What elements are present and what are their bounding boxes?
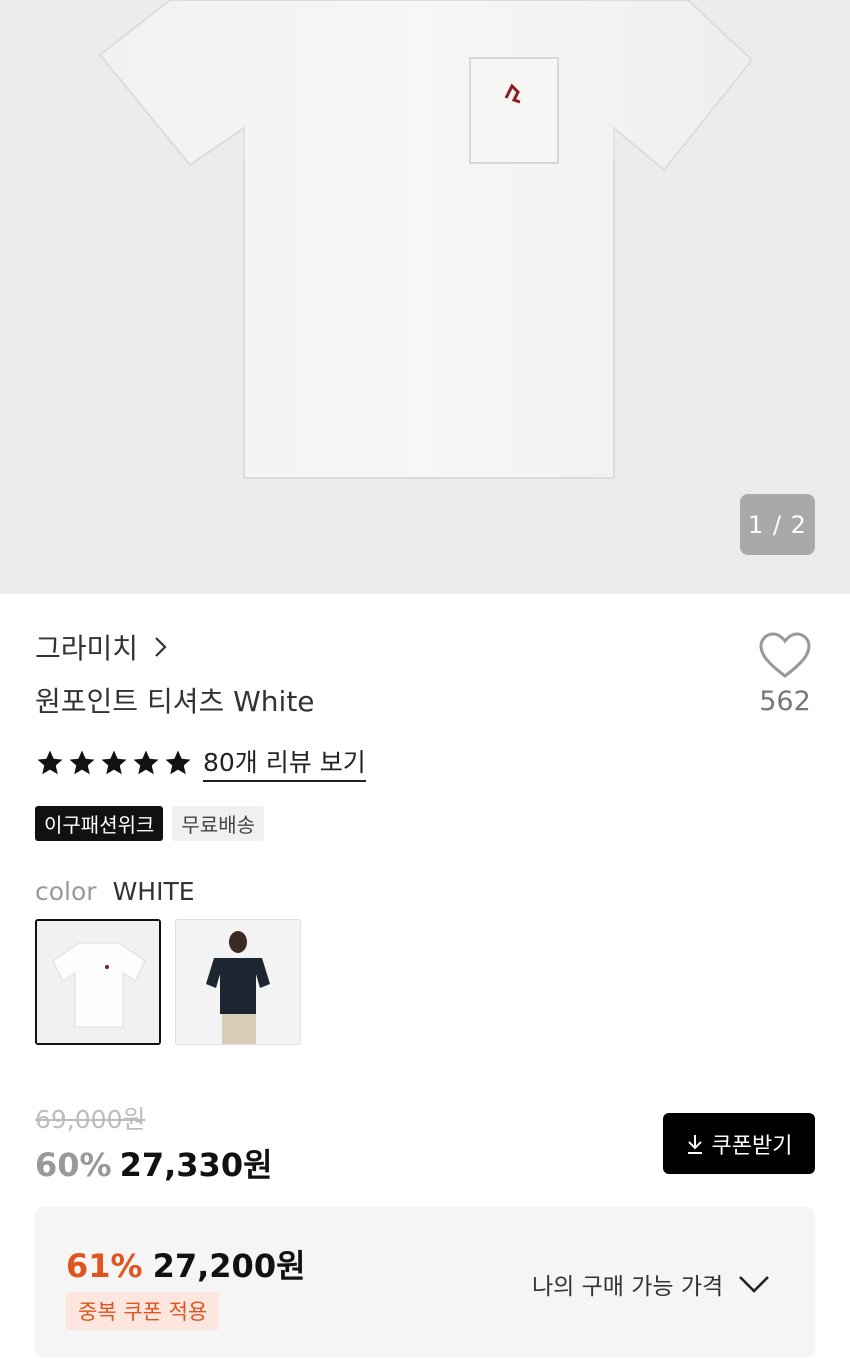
coupon-button-label: 쿠폰받기	[711, 1133, 793, 1159]
color-label: color	[35, 877, 97, 906]
best-price-box[interactable]: 61% 27,200원 중복 쿠폰 적용 나의 구매 가능 가격	[35, 1207, 815, 1357]
brand-name: 그라미치	[35, 632, 139, 665]
discount-percent: 60%	[35, 1146, 112, 1184]
color-swatches	[35, 919, 301, 1045]
color-selector-label: color WHITE	[35, 877, 195, 906]
like-count: 562	[759, 686, 811, 717]
like-button[interactable]: 562	[752, 632, 818, 717]
best-price: 27,200원	[152, 1247, 306, 1285]
rating-stars	[35, 748, 193, 778]
color-swatch-white[interactable]	[35, 919, 161, 1045]
star-icon	[69, 750, 95, 774]
review-link[interactable]: 80개 리뷰 보기	[203, 743, 366, 782]
tshirt-product-image	[98, 0, 754, 479]
star-icon	[101, 750, 127, 774]
event-badge: 이구패션위크	[35, 806, 164, 841]
badge-row: 이구패션위크 무료배송	[35, 806, 265, 841]
color-swatch-navy[interactable]	[175, 919, 301, 1045]
best-price-row: 61% 27,200원	[66, 1241, 306, 1287]
sale-price: 27,330원	[119, 1146, 273, 1184]
navy-tshirt-model-thumbnail	[176, 920, 300, 1044]
rating-row: 80개 리뷰 보기	[35, 743, 366, 782]
chevron-down-icon	[739, 1276, 770, 1293]
star-icon	[133, 750, 159, 774]
star-icon	[165, 750, 191, 774]
star-icon	[37, 750, 63, 774]
coupon-download-button[interactable]: 쿠폰받기	[663, 1113, 815, 1174]
chevron-right-icon	[155, 637, 167, 657]
product-image-gallery[interactable]: 1 / 2	[0, 0, 850, 594]
sale-price-row: 60% 27,330원	[35, 1140, 273, 1186]
product-title: 원포인트 티셔츠 White	[35, 685, 315, 718]
heart-icon	[759, 632, 811, 678]
best-discount-percent: 61%	[66, 1247, 143, 1285]
image-pager: 1 / 2	[740, 494, 815, 555]
my-price-label: 나의 구매 가능 가격	[532, 1274, 724, 1300]
color-value: WHITE	[112, 877, 195, 906]
free-shipping-badge: 무료배송	[172, 806, 265, 841]
my-price-toggle[interactable]: 나의 구매 가능 가격	[532, 1267, 771, 1301]
duplicate-coupon-tag: 중복 쿠폰 적용	[66, 1292, 220, 1330]
white-tshirt-thumbnail	[37, 921, 159, 1043]
brand-link[interactable]: 그라미치	[35, 627, 172, 667]
download-icon	[687, 1134, 702, 1154]
original-price: 69,000원	[35, 1105, 146, 1134]
